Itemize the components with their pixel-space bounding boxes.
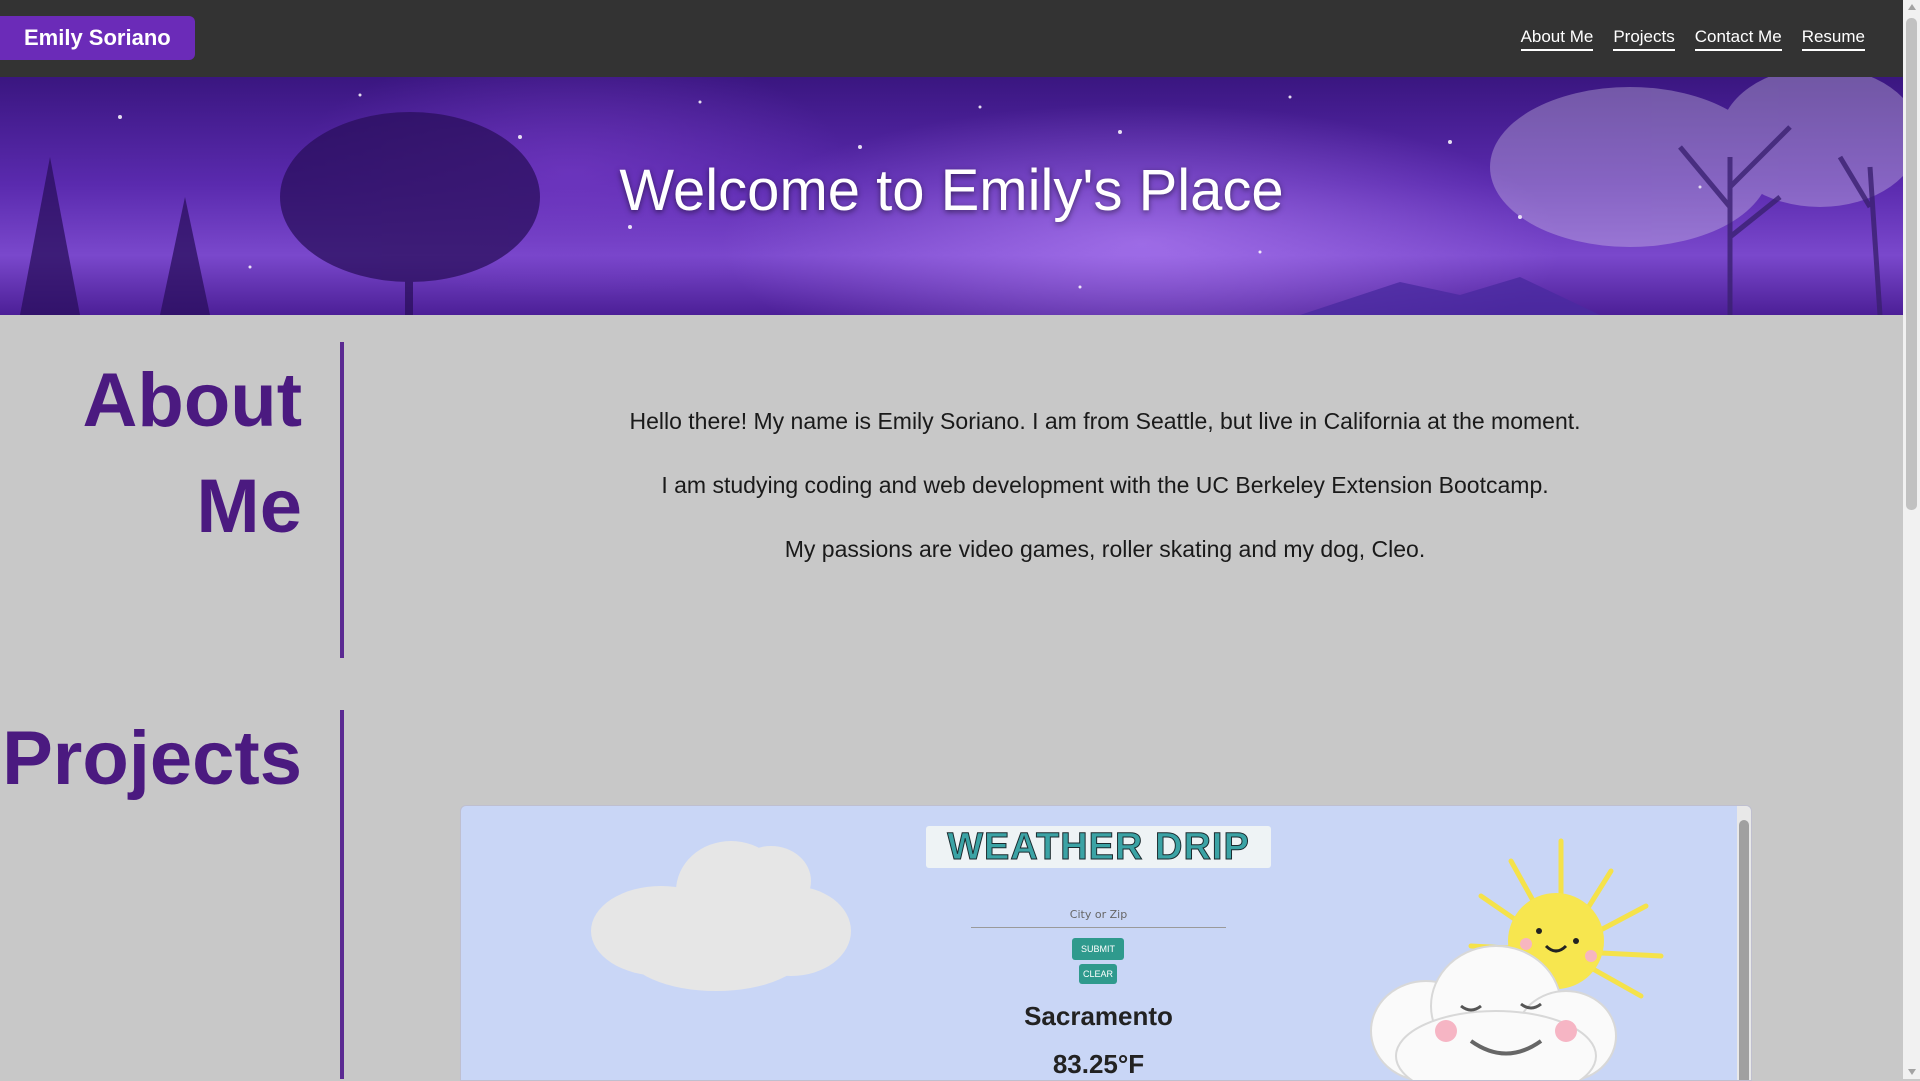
projects-heading: Projects (2, 716, 302, 801)
preview-scrollbar[interactable] (1737, 806, 1751, 1080)
nav-contact-me[interactable]: Contact Me (1694, 27, 1782, 51)
scroll-down-icon[interactable] (1908, 1069, 1916, 1075)
page-scroll-thumb[interactable] (1906, 18, 1917, 510)
input-underline (971, 927, 1226, 928)
project-preview-weather-drip[interactable]: WEATHER DRIP City or Zip SUBMIT CLEAR Sa… (460, 805, 1752, 1081)
about-paragraph: I am studying coding and web development… (661, 472, 1549, 498)
top-navbar: Emily Soriano About Me Projects Contact … (0, 0, 1903, 77)
temperature: 83.25°F (1052, 1049, 1145, 1079)
city-name: Sacramento (1024, 1001, 1173, 1031)
city-zip-input[interactable]: City or Zip (971, 908, 1226, 921)
submit-button[interactable]: SUBMIT (1072, 938, 1124, 960)
clear-button[interactable]: CLEAR (1079, 964, 1117, 984)
preview-scroll-thumb[interactable] (1739, 820, 1749, 1080)
nav-about-me[interactable]: About Me (1520, 27, 1594, 51)
weather-drip-logo: WEATHER DRIP (926, 826, 1271, 869)
hero-banner: Welcome to Emily's Place (0, 77, 1903, 315)
main-nav: About Me Projects Contact Me Resume (1520, 27, 1865, 51)
about-divider (340, 342, 344, 658)
about-heading-line1: About (82, 358, 302, 443)
about-paragraph: Hello there! My name is Emily Soriano. I… (629, 408, 1581, 434)
about-heading: About Me (83, 348, 302, 560)
nav-projects[interactable]: Projects (1613, 27, 1675, 51)
brand-name[interactable]: Emily Soriano (0, 16, 195, 60)
nav-resume[interactable]: Resume (1801, 27, 1865, 51)
hero-title: Welcome to Emily's Place (619, 158, 1284, 223)
scroll-up-icon[interactable] (1908, 4, 1916, 10)
projects-divider (340, 710, 344, 1079)
about-paragraph: My passions are video games, roller skat… (784, 536, 1426, 562)
page-scrollbar[interactable] (1903, 0, 1920, 1079)
about-heading-line2: Me (196, 464, 302, 549)
cloud-icon (591, 841, 851, 991)
about-text: Hello there! My name is Emily Soriano. I… (440, 408, 1770, 600)
